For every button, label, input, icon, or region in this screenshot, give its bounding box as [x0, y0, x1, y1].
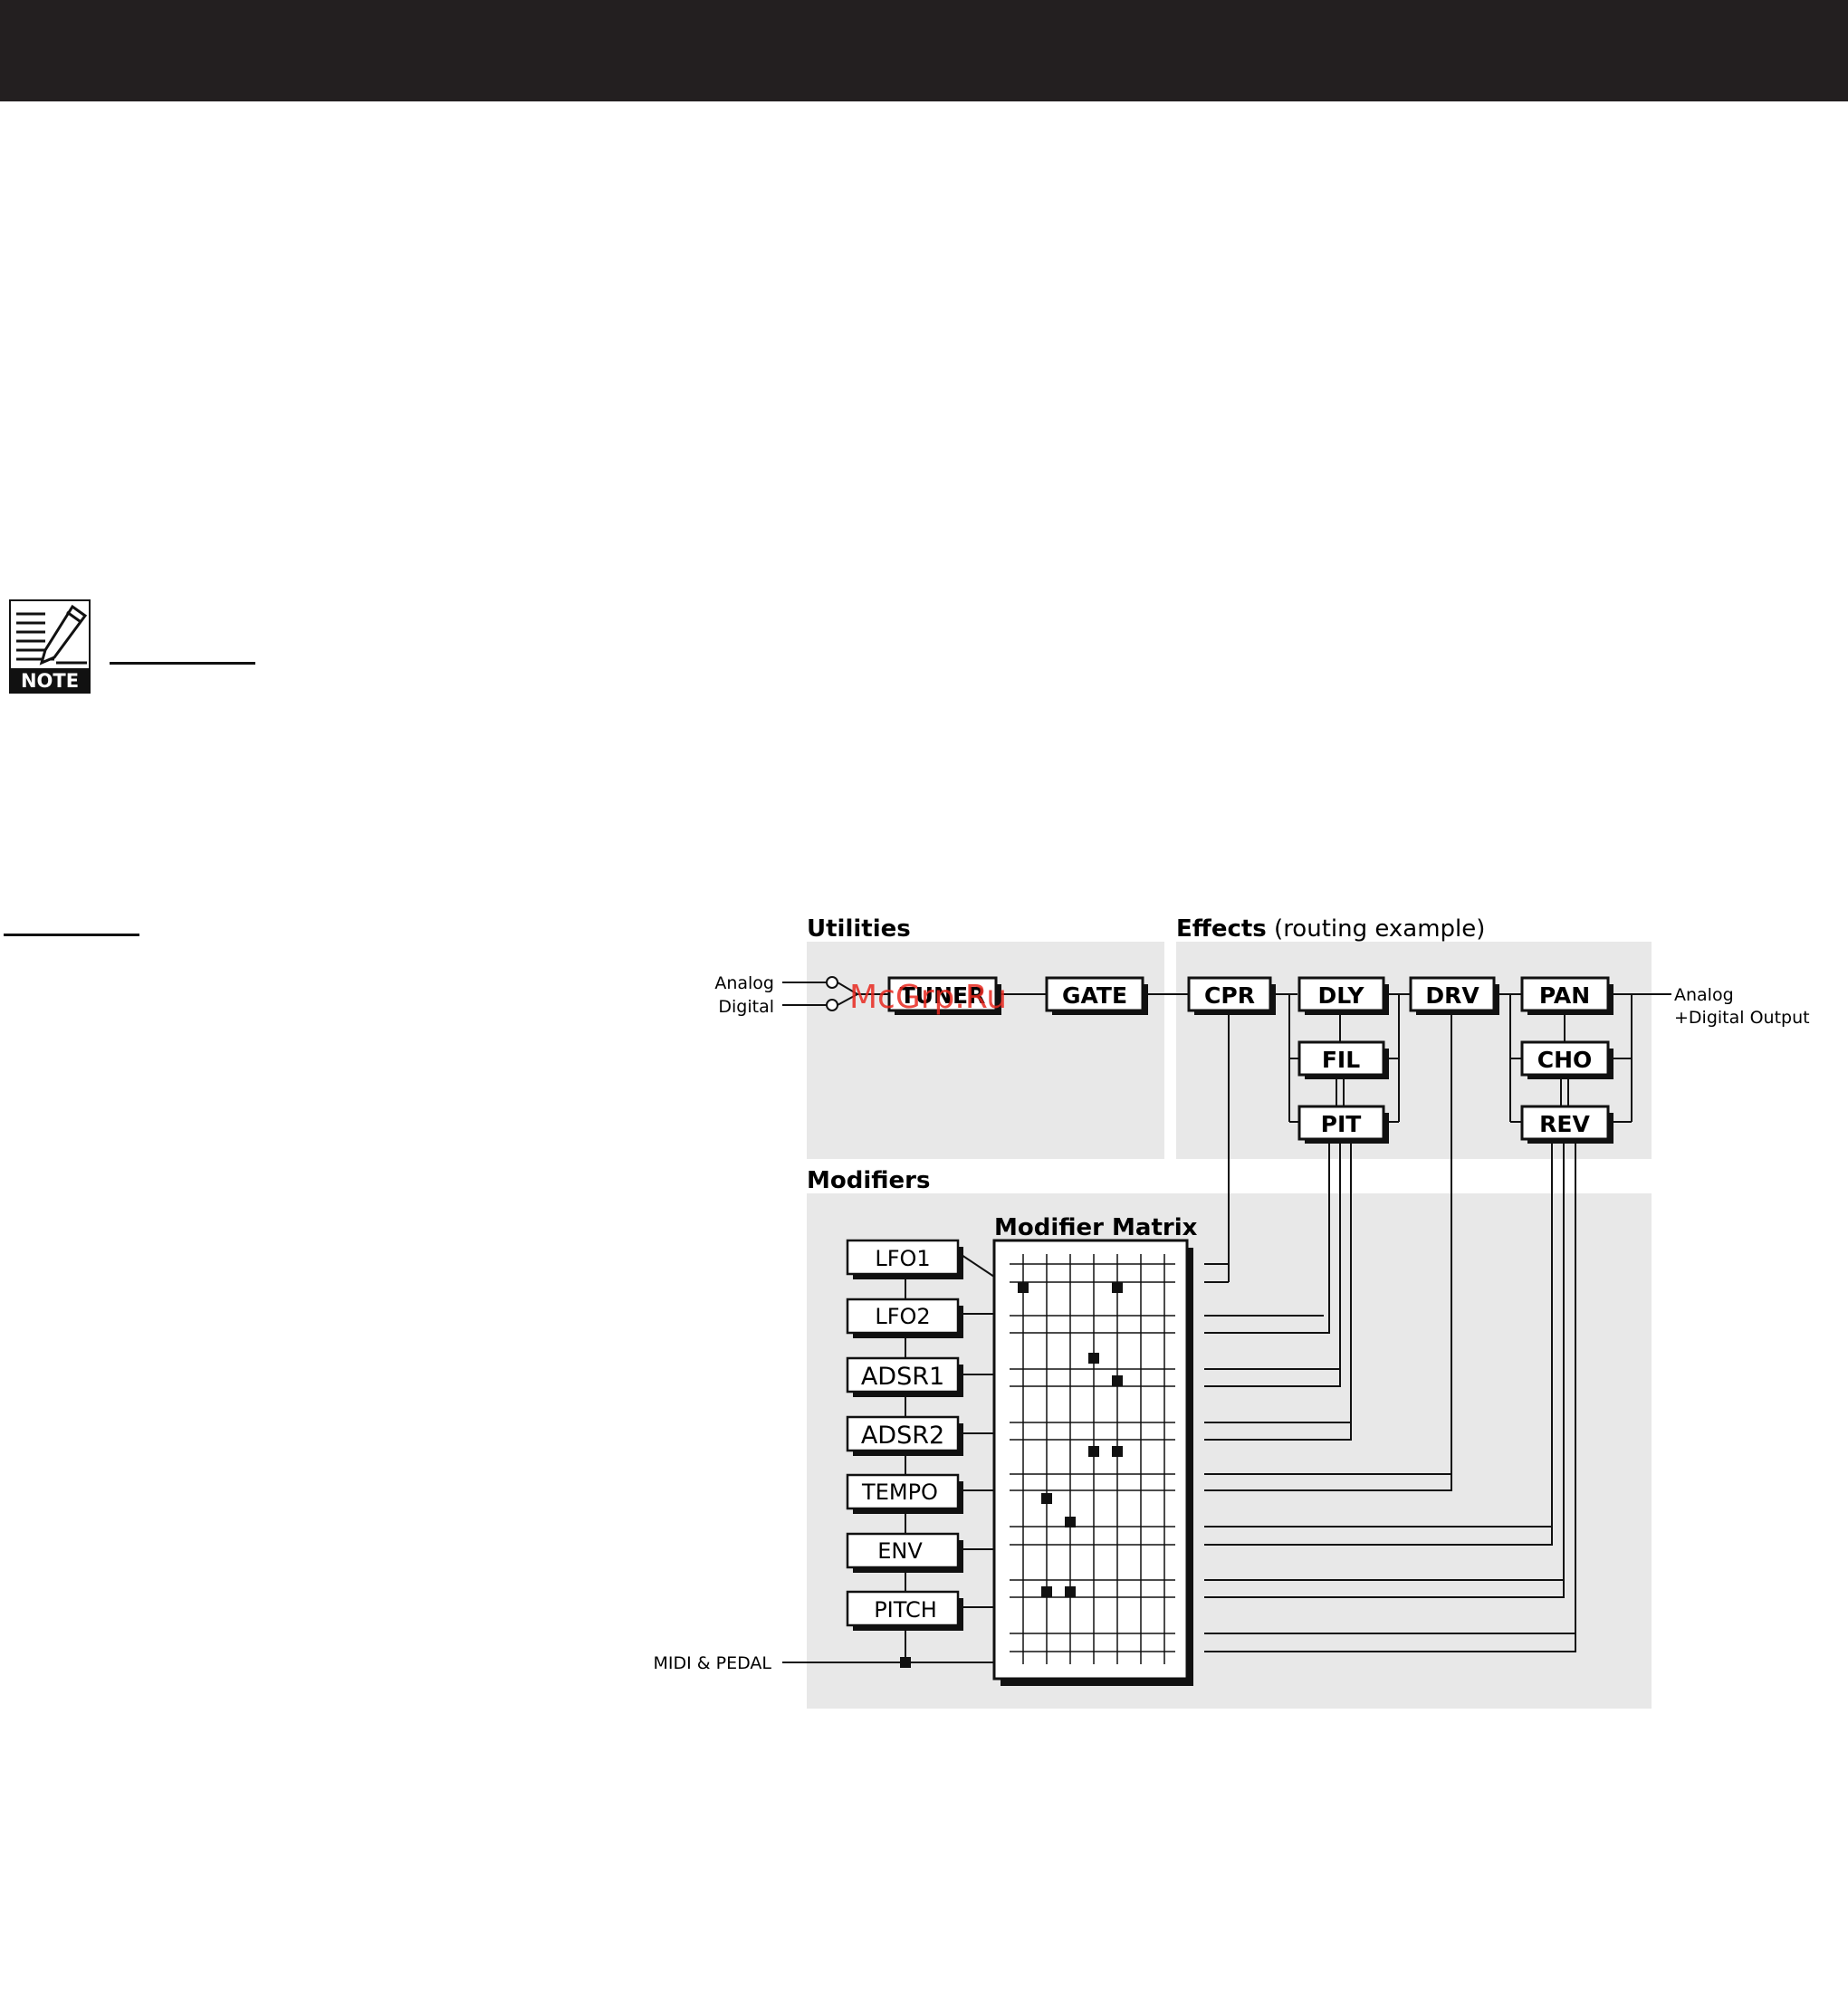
matrix-node	[1065, 1517, 1076, 1528]
digital-jack	[826, 999, 838, 1011]
effects-title-rest: (routing example)	[1267, 915, 1486, 943]
block-dly-label: DLY	[1318, 982, 1365, 1009]
signal-flow-diagram: Utilities Effects (routing example) Modi…	[654, 915, 1810, 1709]
block-cpr: CPR	[1187, 976, 1276, 1015]
matrix-title: Modifier Matrix	[994, 1214, 1198, 1241]
mod-block-lfo1: LFO1	[846, 1239, 963, 1279]
input-digital-label: Digital	[718, 997, 774, 1017]
mod-block-adsr2: ADSR2	[846, 1415, 963, 1456]
output-label-1: Analog	[1674, 985, 1734, 1005]
matrix-node	[1112, 1282, 1123, 1293]
input-analog-label: Analog	[714, 973, 774, 993]
block-pan-label: PAN	[1539, 982, 1590, 1009]
mod-block-tempo-label: TEMPO	[861, 1480, 938, 1505]
mod-block-pitch-label: PITCH	[874, 1597, 937, 1623]
block-fil: FIL	[1297, 1040, 1389, 1079]
block-pan: PAN	[1520, 976, 1613, 1015]
mod-block-adsr2-label: ADSR2	[861, 1422, 944, 1450]
block-fil-label: FIL	[1322, 1047, 1360, 1073]
block-drv: DRV	[1409, 976, 1499, 1015]
midi-pedal-label: MIDI & PEDAL	[654, 1653, 772, 1673]
midi-junction-node	[900, 1657, 911, 1668]
matrix-node	[1112, 1446, 1123, 1457]
analog-jack	[826, 976, 838, 989]
mod-block-lfo1-label: LFO1	[875, 1246, 930, 1271]
block-dly: DLY	[1297, 976, 1389, 1015]
block-gate-label: GATE	[1062, 982, 1127, 1009]
modifier-matrix	[992, 1239, 1193, 1686]
matrix-node	[1018, 1282, 1029, 1293]
matrix-node	[1041, 1586, 1052, 1597]
block-pit-label: PIT	[1321, 1111, 1362, 1137]
block-cho: CHO	[1520, 1040, 1613, 1079]
matrix-node	[1088, 1446, 1099, 1457]
mod-block-tempo: TEMPO	[846, 1473, 963, 1514]
matrix-node	[1088, 1353, 1099, 1364]
mod-block-pitch: PITCH	[846, 1590, 963, 1631]
mod-block-lfo2-label: LFO2	[875, 1304, 930, 1329]
block-rev: REV	[1520, 1105, 1613, 1144]
block-pit: PIT	[1297, 1105, 1389, 1144]
matrix-node	[1112, 1375, 1123, 1386]
mod-block-env-label: ENV	[877, 1538, 923, 1564]
mod-block-adsr1-label: ADSR1	[861, 1363, 944, 1391]
output-label-2: +Digital Output	[1674, 1008, 1810, 1028]
utilities-panel	[807, 942, 1164, 1159]
block-cho-label: CHO	[1537, 1047, 1593, 1073]
mod-block-env: ENV	[846, 1532, 963, 1573]
block-drv-label: DRV	[1425, 982, 1479, 1009]
block-rev-label: REV	[1539, 1111, 1590, 1137]
block-cpr-label: CPR	[1204, 982, 1255, 1009]
matrix-node	[1065, 1586, 1076, 1597]
watermark: McGrp.Ru	[849, 979, 1007, 1016]
utilities-title: Utilities	[807, 915, 911, 943]
effects-title-bold: Effects	[1176, 915, 1267, 943]
block-gate: GATE	[1045, 976, 1148, 1015]
mod-block-lfo2: LFO2	[846, 1298, 963, 1338]
modifiers-title: Modifiers	[807, 1167, 930, 1194]
mod-block-adsr1: ADSR1	[846, 1356, 963, 1397]
effects-title: Effects (routing example)	[1176, 915, 1485, 943]
matrix-node	[1041, 1493, 1052, 1504]
